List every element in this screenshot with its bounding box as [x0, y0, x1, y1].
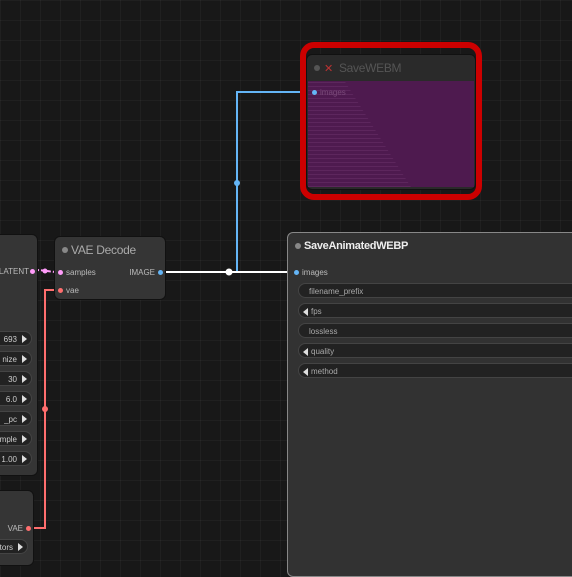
latent-reroute-dot	[42, 268, 48, 274]
steps-widget[interactable]: 30	[0, 371, 32, 386]
vae-output-dot[interactable]	[26, 526, 31, 531]
image-output[interactable]: IMAGE	[129, 267, 155, 279]
vae-output[interactable]: VAE	[8, 523, 23, 535]
control-after-generate-widget[interactable]: nize	[0, 351, 32, 366]
arrow-right-icon[interactable]	[22, 435, 27, 443]
arrow-right-icon[interactable]	[22, 415, 27, 423]
sampler-name-widget[interactable]: _pc	[0, 411, 32, 426]
arrow-left-icon[interactable]	[303, 367, 308, 376]
node-title[interactable]: VAE Decode	[55, 237, 165, 263]
arrow-left-icon[interactable]	[303, 307, 308, 316]
images-input[interactable]: images	[302, 267, 328, 279]
vae-decode-node[interactable]: VAE Decode samples vae IMAGE	[54, 236, 166, 300]
sampler-node[interactable]: LATENT 693 nize 30 6.0 _pc mple 1.00	[0, 234, 38, 476]
loader-node[interactable]: VAE tors	[0, 490, 34, 566]
selection-highlight	[300, 42, 482, 200]
arrow-right-icon[interactable]	[22, 395, 27, 403]
seed-widget[interactable]: 693	[0, 331, 32, 346]
method-widget[interactable]: method	[298, 363, 572, 378]
samples-input-dot[interactable]	[58, 270, 63, 275]
filename-prefix-input[interactable]: filename_prefix	[298, 283, 572, 298]
collapse-dot-icon[interactable]	[62, 247, 68, 253]
reroute-dot-blue	[234, 180, 240, 186]
images-input-dot[interactable]	[294, 270, 299, 275]
loader-widget[interactable]: tors	[0, 539, 28, 554]
quality-widget[interactable]: quality	[298, 343, 572, 358]
arrow-right-icon[interactable]	[22, 335, 27, 343]
image-preview-area	[294, 385, 572, 571]
arrow-right-icon[interactable]	[22, 455, 27, 463]
cfg-widget[interactable]: 6.0	[0, 391, 32, 406]
fps-widget[interactable]: fps	[298, 303, 572, 318]
latent-output-dot[interactable]	[30, 269, 35, 274]
scheduler-widget[interactable]: mple	[0, 431, 32, 446]
vae-input[interactable]: vae	[66, 285, 79, 297]
samples-input[interactable]: samples	[66, 267, 96, 279]
saveanimatedwebp-node[interactable]: SaveAnimatedWEBP images filename_prefix …	[287, 232, 572, 577]
vae-reroute-dot	[42, 406, 48, 412]
reroute-dot-white	[225, 268, 233, 276]
arrow-right-icon[interactable]	[22, 375, 27, 383]
image-output-dot[interactable]	[158, 270, 163, 275]
arrow-right-icon[interactable]	[18, 543, 23, 551]
arrow-left-icon[interactable]	[303, 347, 308, 356]
vae-input-dot[interactable]	[58, 288, 63, 293]
arrow-right-icon[interactable]	[22, 355, 27, 363]
latent-output[interactable]: LATENT	[0, 266, 29, 278]
denoise-widget[interactable]: 1.00	[0, 451, 32, 466]
lossless-toggle[interactable]: lossless	[298, 323, 572, 338]
collapse-dot-icon[interactable]	[295, 243, 301, 249]
node-title[interactable]: SaveAnimatedWEBP	[288, 233, 572, 259]
